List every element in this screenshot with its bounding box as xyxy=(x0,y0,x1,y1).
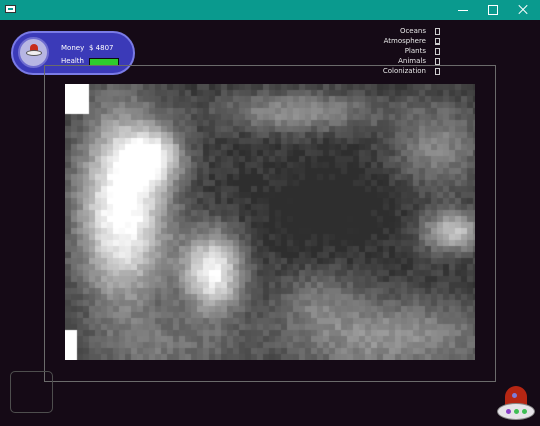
money-label: Money xyxy=(61,44,85,52)
status-label: Atmosphere xyxy=(383,37,426,45)
status-meter xyxy=(435,38,440,45)
status-meter xyxy=(435,58,440,65)
status-meter xyxy=(435,48,440,55)
status-row: Atmosphere xyxy=(354,37,440,47)
app-icon xyxy=(5,5,16,13)
status-row: Oceans xyxy=(354,27,440,37)
status-meter xyxy=(435,28,440,35)
status-label: Plants xyxy=(404,47,426,55)
ufo-avatar-icon xyxy=(18,37,49,68)
status-label: Animals xyxy=(398,57,426,65)
health-label: Health xyxy=(61,57,84,65)
title-bar xyxy=(0,0,540,20)
ufo-ship-button[interactable] xyxy=(496,383,536,423)
planet-terrain-map[interactable] xyxy=(65,84,475,360)
minimize-button[interactable] xyxy=(448,0,478,20)
money-value: $ 4807 xyxy=(89,44,114,52)
empty-slot[interactable] xyxy=(10,371,53,413)
status-label: Oceans xyxy=(399,27,426,35)
maximize-button[interactable] xyxy=(478,0,508,20)
close-button[interactable] xyxy=(508,0,538,20)
status-row: Plants xyxy=(354,47,440,57)
